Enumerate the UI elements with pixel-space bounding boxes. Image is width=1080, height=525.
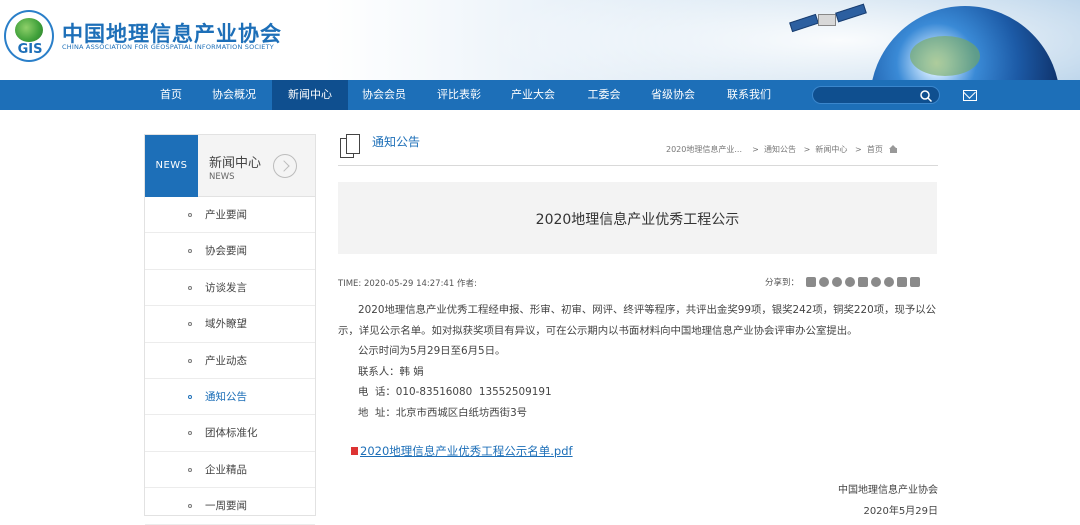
article-title-box: 2020地理信息产业优秀工程公示	[338, 182, 937, 254]
home-icon[interactable]	[889, 145, 898, 153]
globe-icon	[15, 18, 43, 42]
signoff-organization: 中国地理信息产业协会	[838, 485, 938, 496]
org-name-en: CHINA ASSOCIATION FOR GEOSPATIAL INFORMA…	[62, 43, 274, 51]
share-label: 分享到：	[765, 278, 800, 288]
nav-item-contact[interactable]: 联系我们	[716, 80, 782, 110]
sidebar-header: NEWS 新闻中心 NEWS	[145, 135, 315, 197]
sidebar-item-enterprise[interactable]: 企业精品	[145, 452, 315, 489]
sidebar-item-label: 团体标准化	[205, 427, 258, 440]
section-divider	[338, 165, 938, 166]
nav-item-conference[interactable]: 产业大会	[500, 80, 566, 110]
sidebar-item-industry-trends[interactable]: 产业动态	[145, 343, 315, 379]
douban-icon[interactable]	[897, 277, 908, 287]
sidebar-subtitle: NEWS	[209, 172, 235, 182]
article-title: 2020地理信息产业优秀工程公示	[535, 212, 740, 228]
star-icon[interactable]	[871, 277, 882, 287]
attachment-label: 2020地理信息产业优秀工程公示名单.pdf	[360, 444, 573, 458]
sidebar-title: 新闻中心	[209, 156, 262, 171]
article-paragraph: 2020地理信息产业优秀工程经申报、形审、初审、网评、终评等程序，共评出金奖99…	[338, 304, 937, 337]
bullet-icon	[188, 285, 192, 290]
satellite-image	[789, 3, 870, 34]
sidebar-item-industry-news[interactable]: 产业要闻	[145, 197, 315, 234]
bullet-icon	[188, 249, 192, 254]
bullet-icon	[188, 467, 192, 472]
sidebar-item-interviews[interactable]: 访谈发言	[145, 270, 315, 307]
article-paragraph: 电 话：010-83516080 13552509191	[358, 386, 552, 398]
pdf-icon	[351, 447, 358, 455]
sidebar-item-label: 协会要闻	[205, 245, 247, 258]
bullet-icon	[188, 431, 192, 436]
article-meta: TIME: 2020-05-29 14:27:41 作者:	[338, 279, 477, 289]
site-header: GIS 中国地理信息产业协会 CHINA ASSOCIATION FOR GEO…	[0, 0, 1080, 80]
tencent-weibo-icon[interactable]	[858, 277, 869, 287]
share-bar: 分享到：	[765, 276, 921, 288]
weibo-icon[interactable]	[819, 277, 830, 287]
search-icon[interactable]	[919, 89, 933, 103]
nav-item-about[interactable]: 协会概况	[200, 80, 268, 110]
print-icon[interactable]	[910, 277, 921, 287]
section-title: 通知公告	[372, 135, 421, 149]
search-box	[812, 86, 940, 104]
logo-gis-text: GIS	[17, 42, 43, 57]
breadcrumb-separator: >	[855, 145, 862, 154]
article-paragraph: 公示时间为5月29日至6月5日。	[358, 345, 506, 357]
sidebar-item-label: 通知公告	[205, 390, 247, 403]
sidebar-item-notices[interactable]: 通知公告	[145, 379, 315, 416]
document-icon	[340, 134, 362, 160]
wechat-icon[interactable]	[845, 277, 856, 287]
article-body: 2020地理信息产业优秀工程经申报、形审、初审、网评、终评等程序，共评出金奖99…	[338, 300, 938, 423]
sidebar-item-label: 企业精品	[205, 463, 247, 476]
logo-icon[interactable]: GIS	[4, 10, 54, 62]
breadcrumb-item-notices[interactable]: 通知公告	[764, 145, 796, 154]
breadcrumb-separator: >	[752, 145, 759, 154]
nav-item-committees[interactable]: 工委会	[576, 80, 632, 110]
breadcrumb: 2020地理信息产业... > 通知公告 > 新闻中心 > 首页	[666, 144, 898, 155]
article-paragraph: 联系人：韩 娟	[358, 365, 424, 378]
share-more-icon[interactable]	[806, 277, 817, 287]
sidebar-item-overseas[interactable]: 域外瞭望	[145, 306, 315, 343]
qzone-icon[interactable]	[832, 277, 843, 287]
nav-item-provincial[interactable]: 省级协会	[640, 80, 706, 110]
breadcrumb-item-article[interactable]: 2020地理信息产业...	[666, 145, 742, 154]
bullet-icon	[188, 358, 192, 363]
attachment-link[interactable]: 2020地理信息产业优秀工程公示名单.pdf	[351, 443, 573, 459]
sidebar-item-weekly[interactable]: 一周要闻	[145, 488, 315, 525]
signoff-date: 2020年5月29日	[863, 506, 938, 517]
sidebar-news-badge: NEWS	[145, 135, 198, 197]
main-nav: 首页 协会概况 新闻中心 协会会员 评比表彰 产业大会 工委会 省级协会 联系我…	[0, 80, 1080, 110]
sidebar-item-label: 产业要闻	[205, 209, 247, 221]
renren-icon[interactable]	[884, 277, 895, 287]
bullet-icon	[188, 504, 192, 509]
breadcrumb-item-news[interactable]: 新闻中心	[815, 145, 847, 154]
bullet-icon	[188, 322, 192, 327]
breadcrumb-item-home[interactable]: 首页	[867, 145, 883, 154]
sidebar-item-label: 产业动态	[205, 354, 247, 367]
search-input[interactable]	[821, 88, 917, 102]
nav-item-news[interactable]: 新闻中心	[272, 80, 348, 110]
bullet-icon	[188, 394, 192, 399]
nav-item-members[interactable]: 协会会员	[352, 80, 416, 110]
chevron-right-icon[interactable]	[273, 154, 297, 178]
sidebar-list: 产业要闻 协会要闻 访谈发言 域外瞭望 产业动态 通知公告 团体标准化 企业精品…	[145, 197, 315, 525]
breadcrumb-separator: >	[803, 145, 811, 154]
sidebar-item-label: 访谈发言	[205, 281, 247, 294]
nav-item-awards[interactable]: 评比表彰	[426, 80, 492, 110]
sidebar-item-standards[interactable]: 团体标准化	[145, 415, 315, 452]
sidebar: NEWS 新闻中心 NEWS 产业要闻 协会要闻 访谈发言 域外瞭望 产业动态 …	[144, 134, 316, 525]
sidebar-item-label: 一周要闻	[205, 500, 247, 513]
mail-icon[interactable]	[963, 90, 977, 101]
bullet-icon	[188, 213, 192, 217]
sidebar-item-association-news[interactable]: 协会要闻	[145, 233, 315, 270]
article-paragraph: 地 址：北京市西城区白纸坊西街3号	[358, 406, 528, 419]
sidebar-item-label: 域外瞭望	[205, 318, 247, 331]
nav-item-home[interactable]: 首页	[148, 80, 194, 110]
